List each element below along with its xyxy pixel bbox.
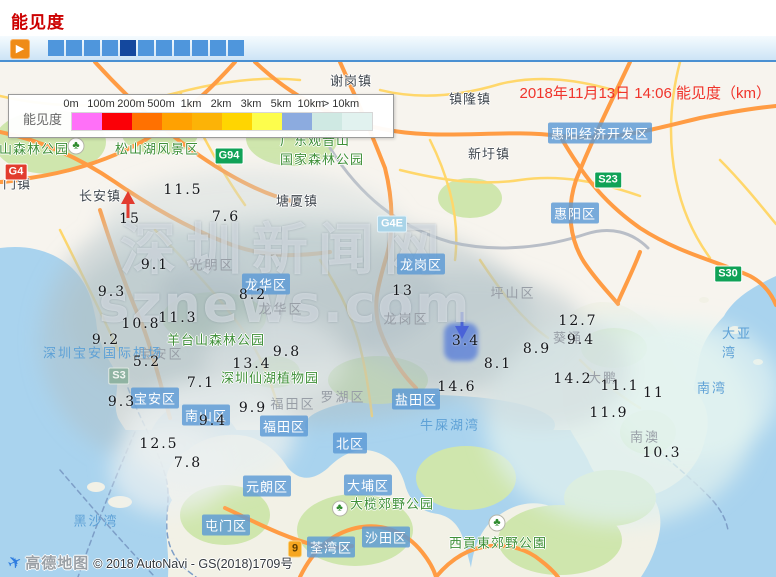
map-attribution: ✈ 高德地图 © 2018 AutoNavi - GS(2018)1709号 xyxy=(8,552,293,573)
timeline-step-1[interactable] xyxy=(48,40,64,56)
timeline-step-5[interactable] xyxy=(120,40,136,56)
legend-tick: 1km xyxy=(181,98,202,110)
timeline-step-11[interactable] xyxy=(228,40,244,56)
legend-ticks: 0m100m200m500m1km2km3km5km10km> 10km xyxy=(71,98,381,110)
legend-tick: 10km xyxy=(298,98,325,110)
legend-tick: 500m xyxy=(147,98,175,110)
legend-tick: 100m xyxy=(87,98,115,110)
timeline-step-2[interactable] xyxy=(66,40,82,56)
legend-swatch xyxy=(312,113,342,130)
amap-logo-text: 高德地图 xyxy=(25,552,89,573)
visibility-legend: 能见度 0m 100m200m500m 1km 2km 3km 5km 10km> 10km xyxy=(8,94,394,138)
legend-swatch xyxy=(102,113,132,130)
legend-swatch xyxy=(72,113,102,130)
legend-swatch xyxy=(252,113,282,130)
timeline-step-8[interactable] xyxy=(174,40,190,56)
timeline-step-6[interactable] xyxy=(138,40,154,56)
frame-timestamp: 2018年11月13日 14:06 能见度（km） xyxy=(520,82,772,103)
legend-tick: > 10km xyxy=(323,98,359,110)
page-title: 能见度 xyxy=(11,8,65,33)
legend-swatch xyxy=(192,113,222,130)
legend-swatch xyxy=(342,113,372,130)
legend-color-bar xyxy=(71,112,373,131)
play-button[interactable]: ▶ xyxy=(10,39,30,59)
amap-logo-icon: ✈ xyxy=(4,550,25,574)
timeline-step-4[interactable] xyxy=(102,40,118,56)
legend-tick: 5km xyxy=(271,98,292,110)
legend-swatch xyxy=(162,113,192,130)
legend-swatch xyxy=(222,113,252,130)
legend-tick: 2km xyxy=(211,98,232,110)
timeline-step-9[interactable] xyxy=(192,40,208,56)
legend-tick: 3km xyxy=(241,98,262,110)
legend-tick: 0m xyxy=(63,98,78,110)
visibility-page: 深圳新闻网 sznews.com 惠阳经济开发区惠阳区龙华区龙岗区宝安区南山区福… xyxy=(0,0,776,577)
timeline-steps xyxy=(48,40,246,56)
legend-label: 能见度 xyxy=(23,109,62,128)
timeline-step-3[interactable] xyxy=(84,40,100,56)
player-toolbar: ▶ xyxy=(0,36,776,62)
timeline-step-7[interactable] xyxy=(156,40,172,56)
copyright-text: © 2018 AutoNavi - GS(2018)1709号 xyxy=(93,553,293,572)
legend-swatch xyxy=(132,113,162,130)
title-bar: 能见度 xyxy=(0,0,776,36)
timeline-step-10[interactable] xyxy=(210,40,226,56)
legend-tick: 200m xyxy=(117,98,145,110)
legend-swatch xyxy=(282,113,312,130)
